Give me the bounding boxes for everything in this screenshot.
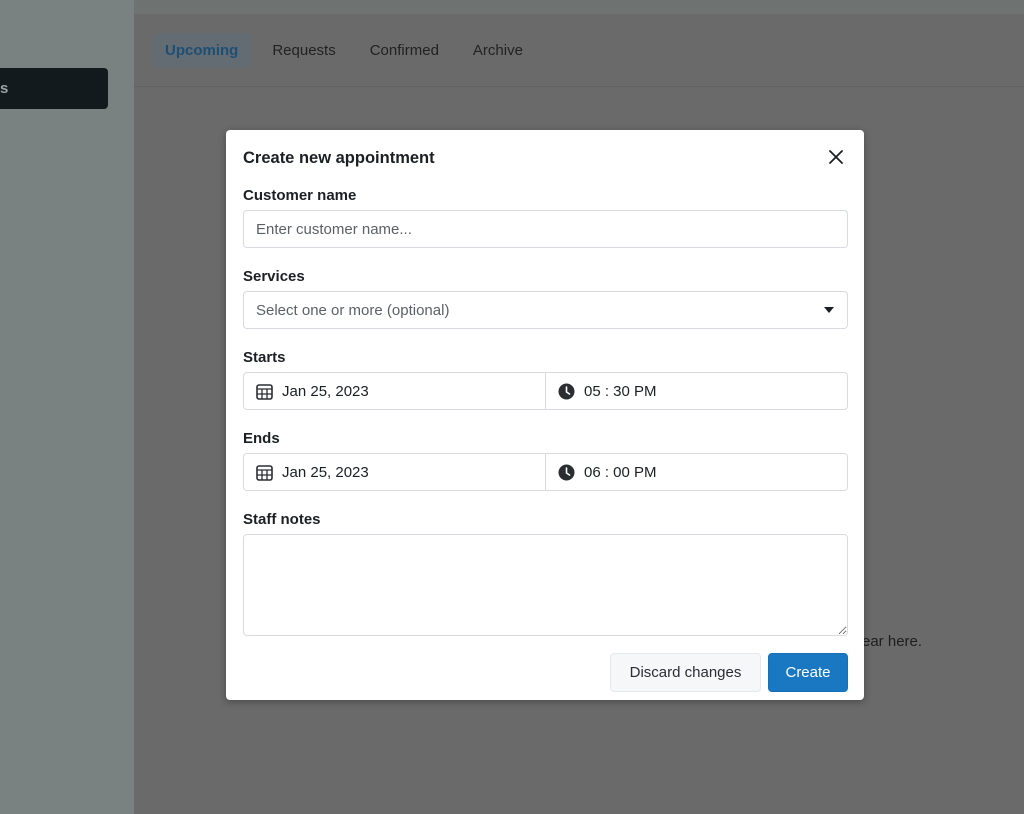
empty-state-text: ear here. [862,633,923,650]
starts-date-picker[interactable]: Jan 25, 2023 [244,373,545,409]
customer-name-label: Customer name [243,187,357,204]
sidebar: s [0,0,134,814]
tab-upcoming[interactable]: Upcoming [152,32,252,68]
ends-time-picker[interactable]: 06 : 00 PM [545,454,847,490]
sidebar-item-active[interactable]: s [0,68,108,109]
ends-field: Jan 25, 2023 06 : 00 PM [243,453,848,491]
clock-icon [558,464,575,480]
tab-requests[interactable]: Requests [259,33,348,68]
caret-down-icon [824,307,834,313]
services-placeholder: Select one or more (optional) [256,301,450,319]
starts-time-picker[interactable]: 05 : 30 PM [545,373,847,409]
services-label: Services [243,268,305,285]
tab-confirmed[interactable]: Confirmed [357,33,452,68]
calendar-icon [256,464,273,481]
dialog-title: Create new appointment [243,149,435,167]
ends-date: Jan 25, 2023 [282,463,369,481]
staff-notes-textarea[interactable] [243,534,848,636]
customer-name-field [243,210,848,248]
ends-time: 06 : 00 PM [584,463,657,481]
starts-time: 05 : 30 PM [584,382,657,400]
ends-label: Ends [243,430,280,447]
starts-label: Starts [243,349,286,366]
starts-field: Jan 25, 2023 05 : 30 PM [243,372,848,410]
clock-icon [558,383,575,399]
staff-notes-label: Staff notes [243,511,321,528]
create-appointment-dialog: Create new appointment Customer name Ser… [226,130,864,700]
close-icon[interactable] [826,147,846,167]
discard-changes-button[interactable]: Discard changes [610,653,761,692]
tab-bar: Upcoming Requests Confirmed Archive [134,14,1024,87]
calendar-icon [256,383,273,400]
tab-archive[interactable]: Archive [460,33,536,68]
customer-name-input[interactable] [244,211,847,247]
services-select[interactable]: Select one or more (optional) [243,291,848,329]
starts-date: Jan 25, 2023 [282,382,369,400]
ends-date-picker[interactable]: Jan 25, 2023 [244,454,545,490]
create-button[interactable]: Create [768,653,848,692]
